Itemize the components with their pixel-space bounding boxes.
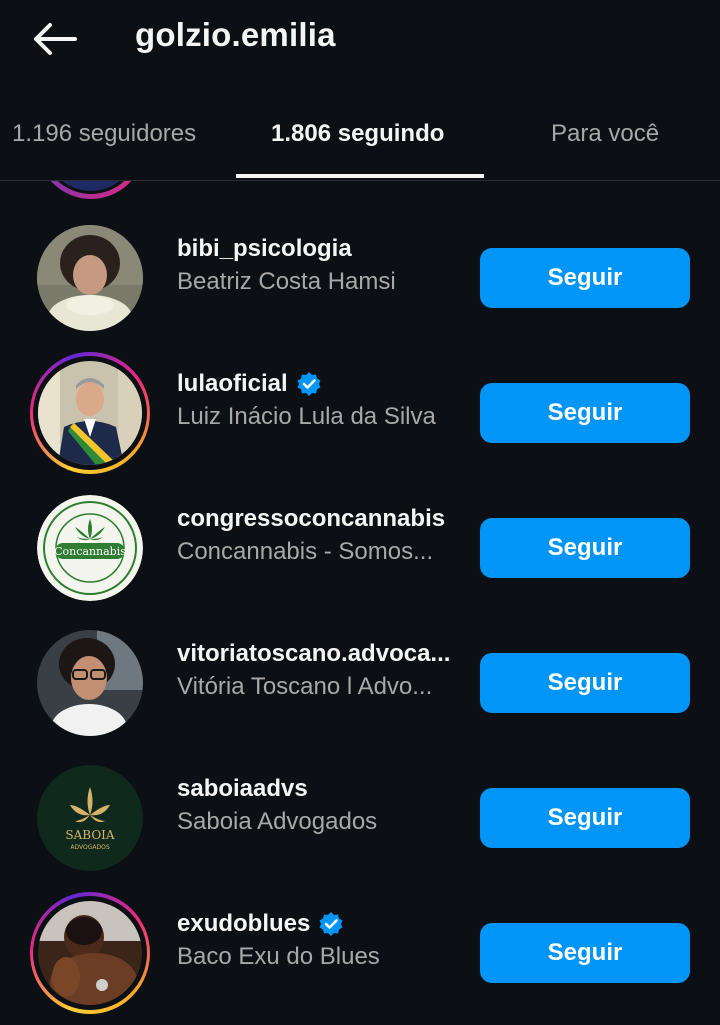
list-item[interactable]: lulaoficial Luiz Inácio Lula da Silva Se… [0,352,720,474]
account-handle[interactable]: congressoconcannabis [177,502,467,536]
account-handle[interactable]: bibi_psicologia [177,232,467,266]
story-ring [30,892,150,1014]
logo-text: Concannabis [54,545,126,558]
list-item[interactable]: SABOIA ADVOGADOS saboiaadvs Saboia Advog… [0,758,720,878]
account-full-name: Concannabis - Somos... [177,538,434,565]
follow-button[interactable]: Seguir [480,788,690,848]
avatar-container[interactable] [30,352,150,474]
verified-badge-icon [297,372,321,396]
top-bar: golzio.emilia [0,0,720,76]
account-full-name: Luiz Inácio Lula da Silva [177,403,436,430]
avatar-container[interactable]: SABOIA ADVOGADOS [30,758,150,878]
arrow-left-icon [34,23,77,55]
list-item[interactable]: exudoblues Baco Exu do Blues Seguir [0,892,720,1014]
following-list-screen: golzio.emilia 1.196 seguidores 1.806 seg… [0,0,720,1025]
avatar: SABOIA ADVOGADOS [37,765,143,871]
verified-badge-icon [319,912,343,936]
avatar: Concannabis [37,495,143,601]
back-button[interactable] [26,14,82,64]
account-info: bibi_psicologia Beatriz Costa Hamsi [177,232,467,296]
avatar-partial [37,181,145,199]
follow-button[interactable]: Seguir [480,518,690,578]
following-list[interactable]: bibi_psicologia Beatriz Costa Hamsi Segu… [0,181,720,1025]
account-handle[interactable]: lulaoficial [177,367,467,401]
account-info: saboiaadvs Saboia Advogados [177,772,467,836]
follow-button[interactable]: Seguir [480,923,690,983]
list-item[interactable]: bibi_psicologia Beatriz Costa Hamsi Segu… [0,218,720,338]
account-info: vitoriatoscano.advoca... Vitória Toscano… [177,637,467,701]
account-handle[interactable]: exudoblues [177,907,467,941]
avatar-container[interactable]: Concannabis [30,488,150,608]
follow-button[interactable]: Seguir [480,248,690,308]
account-info: lulaoficial Luiz Inácio Lula da Silva [177,367,467,431]
avatar-container[interactable] [30,218,150,338]
story-ring [30,352,150,474]
follow-tabs: 1.196 seguidores 1.806 seguindo Para voc… [0,100,720,181]
avatar [37,630,143,736]
account-info: exudoblues Baco Exu do Blues [177,907,467,971]
tab-followers[interactable]: 1.196 seguidores [12,120,196,148]
avatar [37,225,143,331]
follow-button[interactable]: Seguir [480,653,690,713]
tab-for-you[interactable]: Para você [551,120,659,148]
avatar [38,901,142,1005]
account-full-name: Beatriz Costa Hamsi [177,268,396,295]
follow-button[interactable]: Seguir [480,383,690,443]
account-handle[interactable]: saboiaadvs [177,772,467,806]
avatar [38,361,142,465]
avatar-container[interactable] [30,892,150,1014]
account-info: congressoconcannabis Concannabis - Somos… [177,502,467,566]
logo-subtext: ADVOGADOS [70,844,109,851]
account-handle[interactable]: vitoriatoscano.advoca... [177,637,467,671]
list-item[interactable]: vitoriatoscano.advoca... Vitória Toscano… [0,623,720,743]
active-tab-indicator [236,174,484,178]
account-full-name: Saboia Advogados [177,808,378,835]
account-full-name: Baco Exu do Blues [177,943,380,970]
avatar-container[interactable] [30,623,150,743]
tab-following[interactable]: 1.806 seguindo [271,120,444,148]
account-full-name: Vitória Toscano l Advo... [177,673,433,700]
profile-username: golzio.emilia [135,16,336,53]
logo-text: SABOIA [65,828,115,842]
list-item[interactable]: Concannabis congressoconcannabis Concann… [0,488,720,608]
